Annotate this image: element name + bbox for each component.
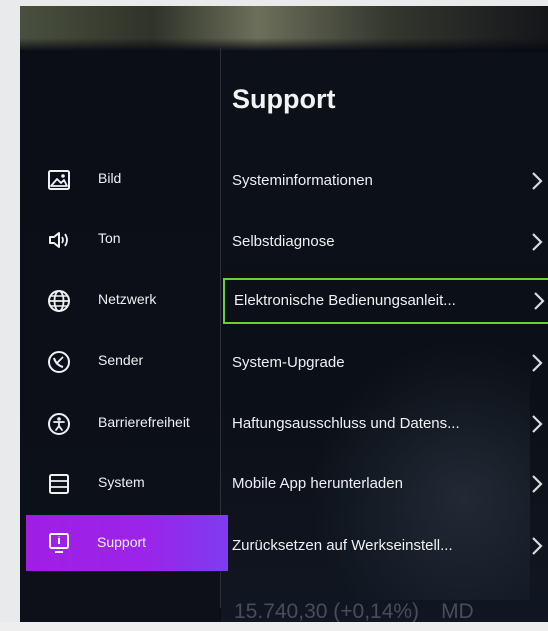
menu-item-label: Haftungsausschluss und Datens...	[232, 415, 460, 432]
menu-item-selbstdiagnose[interactable]: Selbstdiagnose	[221, 220, 548, 264]
sidebar-item-bild[interactable]: Bild	[20, 154, 220, 206]
ticker-code: MD	[441, 600, 474, 623]
chevron-right-icon	[532, 290, 548, 312]
chevron-right-icon	[530, 473, 548, 495]
sidebar-item-label: System	[98, 474, 145, 490]
menu-item-werkseinstellungen[interactable]: Zurücksetzen auf Werkseinstell...	[221, 524, 548, 568]
sidebar-item-label: Support	[97, 534, 147, 550]
picture-icon	[46, 167, 72, 193]
menu-item-label: System-Upgrade	[232, 354, 345, 371]
menu-item-label: Zurücksetzen auf Werkseinstell...	[232, 537, 453, 554]
menu-item-bedienungsanleitung[interactable]: Elektronische Bedienungsanleit...	[223, 278, 548, 324]
menu-item-systeminformationen[interactable]: Systeminformationen	[221, 159, 548, 203]
chevron-right-icon	[530, 535, 548, 557]
menu-item-label: Mobile App herunterladen	[232, 475, 403, 492]
sidebar-item-label: Ton	[98, 230, 121, 246]
sidebar-item-label: Sender	[98, 352, 144, 368]
satellite-dish-icon	[46, 349, 72, 375]
menu-item-haftungsausschluss[interactable]: Haftungsausschluss und Datens...	[221, 402, 548, 446]
support-info-icon	[46, 530, 72, 556]
sidebar-item-label: Barrierefreiheit	[98, 414, 190, 430]
accessibility-icon	[46, 411, 72, 437]
background-image	[20, 6, 548, 52]
chevron-right-icon	[530, 231, 548, 253]
sidebar-item-label: Netzwerk	[98, 291, 157, 307]
sidebar-item-ton[interactable]: Ton	[20, 214, 220, 266]
sidebar-item-barrierefreiheit[interactable]: Barrierefreiheit	[20, 398, 220, 450]
sidebar-item-sender[interactable]: Sender	[20, 336, 220, 388]
chevron-right-icon	[530, 413, 548, 435]
menu-item-label: Elektronische Bedienungsanleit...	[234, 292, 456, 309]
globe-icon	[46, 288, 72, 314]
stock-ticker: 15.740,30 (+0,14%) MD	[234, 600, 474, 624]
page-title: Support	[232, 84, 336, 114]
menu-item-mobile-app[interactable]: Mobile App herunterladen	[221, 462, 548, 506]
system-list-icon	[46, 471, 72, 497]
sidebar-item-netzwerk[interactable]: Netzwerk	[20, 275, 220, 327]
sidebar-item-system[interactable]: System	[20, 458, 220, 510]
menu-item-label: Systeminformationen	[232, 172, 373, 189]
menu-item-label: Selbstdiagnose	[232, 233, 335, 250]
sidebar-item-label: Bild	[98, 170, 122, 186]
chevron-right-icon	[530, 170, 548, 192]
tv-bezel	[0, 622, 548, 631]
speaker-icon	[46, 227, 72, 253]
chevron-right-icon	[530, 352, 548, 374]
ticker-value: 15.740,30 (+0,14%)	[234, 600, 420, 623]
sidebar-item-support[interactable]: Support	[26, 515, 228, 571]
menu-item-system-upgrade[interactable]: System-Upgrade	[221, 341, 548, 385]
